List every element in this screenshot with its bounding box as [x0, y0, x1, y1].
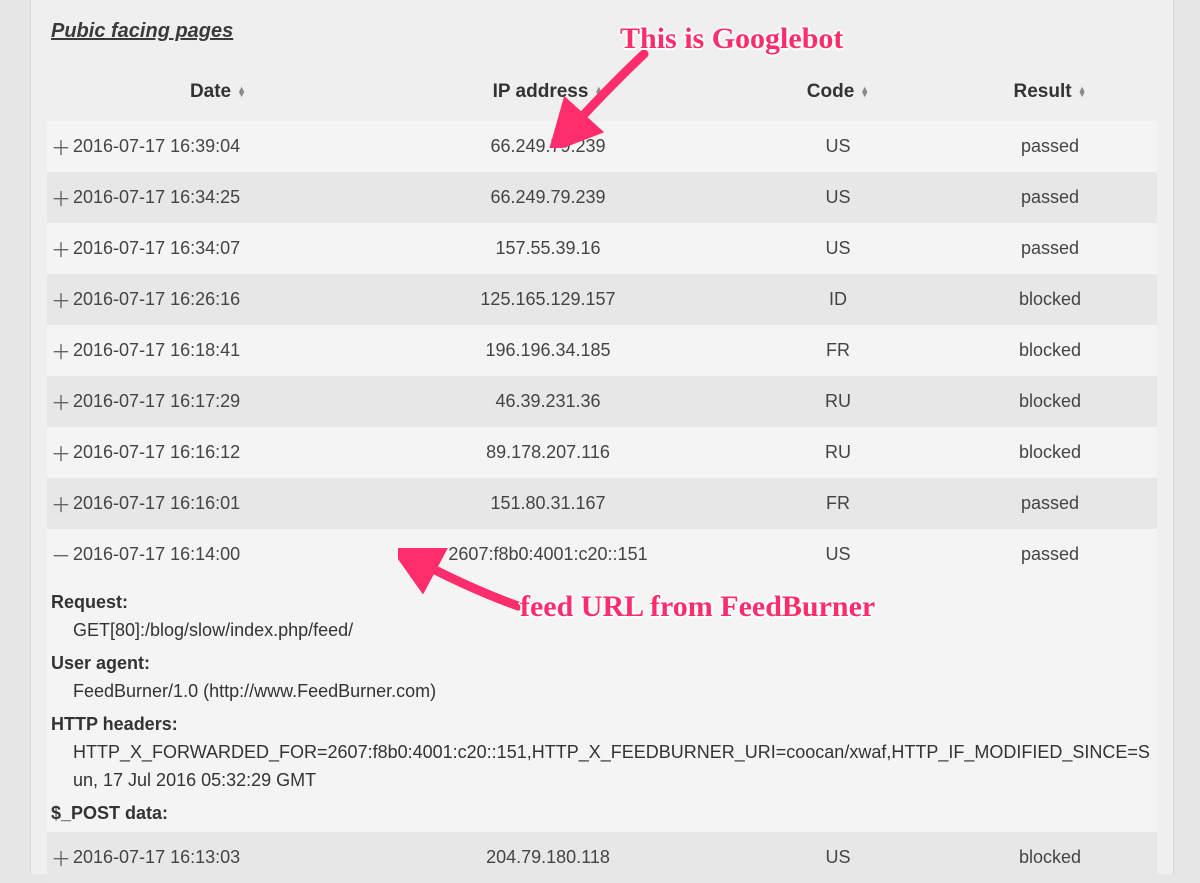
cell-code: ID — [733, 274, 943, 325]
column-result-label: Result — [1014, 81, 1072, 103]
expand-toggle[interactable]: ＋ — [47, 274, 73, 325]
expand-toggle[interactable]: ＋ — [47, 172, 73, 223]
column-code[interactable]: Code ▲▼ — [733, 71, 943, 121]
details-request-label: Request: — [51, 592, 1153, 613]
table-row: ＋2016-07-17 16:34:2566.249.79.239USpasse… — [47, 172, 1157, 223]
table-row: ＋2016-07-17 16:34:07157.55.39.16USpassed — [47, 223, 1157, 274]
details-post-label: $_POST data: — [51, 803, 1153, 824]
expand-toggle[interactable]: ＋ — [47, 832, 73, 883]
cell-date: 2016-07-17 16:26:16 — [73, 274, 363, 325]
log-table: Date ▲▼ IP address ▲▼ — [47, 71, 1157, 883]
collapse-toggle[interactable]: － — [47, 529, 73, 580]
section-title: Pubic facing pages — [51, 20, 1157, 43]
cell-code: US — [733, 832, 943, 883]
cell-result: blocked — [943, 427, 1157, 478]
cell-date: 2016-07-17 16:16:01 — [73, 478, 363, 529]
table-row: ＋2016-07-17 16:17:2946.39.231.36RUblocke… — [47, 376, 1157, 427]
table-row: ＋2016-07-17 16:26:16125.165.129.157IDblo… — [47, 274, 1157, 325]
cell-ip: 66.249.79.239 — [363, 121, 733, 172]
expand-toggle[interactable]: ＋ — [47, 223, 73, 274]
table-row: ＋2016-07-17 16:18:41196.196.34.185FRbloc… — [47, 325, 1157, 376]
table-row: ＋2016-07-17 16:13:03204.79.180.118USbloc… — [47, 832, 1157, 883]
column-date-label: Date — [190, 81, 231, 103]
expand-toggle[interactable]: ＋ — [47, 427, 73, 478]
cell-code: US — [733, 121, 943, 172]
cell-result: blocked — [943, 274, 1157, 325]
log-panel: Pubic facing pages Date ▲▼ IP addr — [30, 0, 1174, 874]
cell-ip: 46.39.231.36 — [363, 376, 733, 427]
table-header-row: Date ▲▼ IP address ▲▼ — [47, 71, 1157, 121]
cell-date: 2016-07-17 16:14:00 — [73, 529, 363, 580]
table-row: ＋2016-07-17 16:16:01151.80.31.167FRpasse… — [47, 478, 1157, 529]
sort-icon: ▲▼ — [1078, 87, 1087, 97]
cell-code: FR — [733, 478, 943, 529]
cell-date: 2016-07-17 16:18:41 — [73, 325, 363, 376]
cell-ip: 157.55.39.16 — [363, 223, 733, 274]
cell-date: 2016-07-17 16:16:12 — [73, 427, 363, 478]
cell-code: US — [733, 172, 943, 223]
details-useragent-label: User agent: — [51, 653, 1153, 674]
cell-result: passed — [943, 223, 1157, 274]
column-date[interactable]: Date ▲▼ — [73, 71, 363, 121]
cell-date: 2016-07-17 16:13:03 — [73, 832, 363, 883]
cell-result: passed — [943, 529, 1157, 580]
cell-date: 2016-07-17 16:34:25 — [73, 172, 363, 223]
expand-toggle[interactable]: ＋ — [47, 325, 73, 376]
expand-toggle[interactable]: ＋ — [47, 478, 73, 529]
cell-result: blocked — [943, 376, 1157, 427]
cell-ip: 204.79.180.118 — [363, 832, 733, 883]
cell-date: 2016-07-17 16:17:29 — [73, 376, 363, 427]
cell-date: 2016-07-17 16:39:04 — [73, 121, 363, 172]
cell-code: RU — [733, 427, 943, 478]
row-details: Request: GET[80]:/blog/slow/index.php/fee… — [47, 580, 1157, 832]
details-useragent-value: FeedBurner/1.0 (http://www.FeedBurner.co… — [51, 678, 1153, 706]
table-row: ＋2016-07-17 16:39:0466.249.79.239USpasse… — [47, 121, 1157, 172]
cell-code: US — [733, 529, 943, 580]
sort-icon: ▲▼ — [860, 87, 869, 97]
cell-ip: 196.196.34.185 — [363, 325, 733, 376]
column-ip-label: IP address — [493, 81, 589, 103]
column-result[interactable]: Result ▲▼ — [943, 71, 1157, 121]
cell-code: US — [733, 223, 943, 274]
cell-ip: 2607:f8b0:4001:c20::151 — [363, 529, 733, 580]
cell-code: FR — [733, 325, 943, 376]
details-request-value: GET[80]:/blog/slow/index.php/feed/ — [51, 617, 1153, 645]
column-code-label: Code — [807, 81, 855, 103]
cell-ip: 89.178.207.116 — [363, 427, 733, 478]
cell-ip: 125.165.129.157 — [363, 274, 733, 325]
sort-icon: ▲▼ — [237, 87, 246, 97]
cell-result: blocked — [943, 832, 1157, 883]
cell-result: passed — [943, 172, 1157, 223]
details-headers-value: HTTP_X_FORWARDED_FOR=2607:f8b0:4001:c20:… — [51, 739, 1153, 795]
cell-ip: 151.80.31.167 — [363, 478, 733, 529]
cell-ip: 66.249.79.239 — [363, 172, 733, 223]
cell-result: passed — [943, 121, 1157, 172]
column-ip[interactable]: IP address ▲▼ — [363, 71, 733, 121]
cell-code: RU — [733, 376, 943, 427]
expand-toggle[interactable]: ＋ — [47, 376, 73, 427]
cell-result: blocked — [943, 325, 1157, 376]
expand-toggle[interactable]: ＋ — [47, 121, 73, 172]
sort-icon: ▲▼ — [594, 87, 603, 97]
cell-date: 2016-07-17 16:34:07 — [73, 223, 363, 274]
table-row: ＋2016-07-17 16:16:1289.178.207.116RUbloc… — [47, 427, 1157, 478]
cell-result: passed — [943, 478, 1157, 529]
table-row: －2016-07-17 16:14:002607:f8b0:4001:c20::… — [47, 529, 1157, 580]
column-expand — [47, 71, 73, 121]
details-headers-label: HTTP headers: — [51, 714, 1153, 735]
